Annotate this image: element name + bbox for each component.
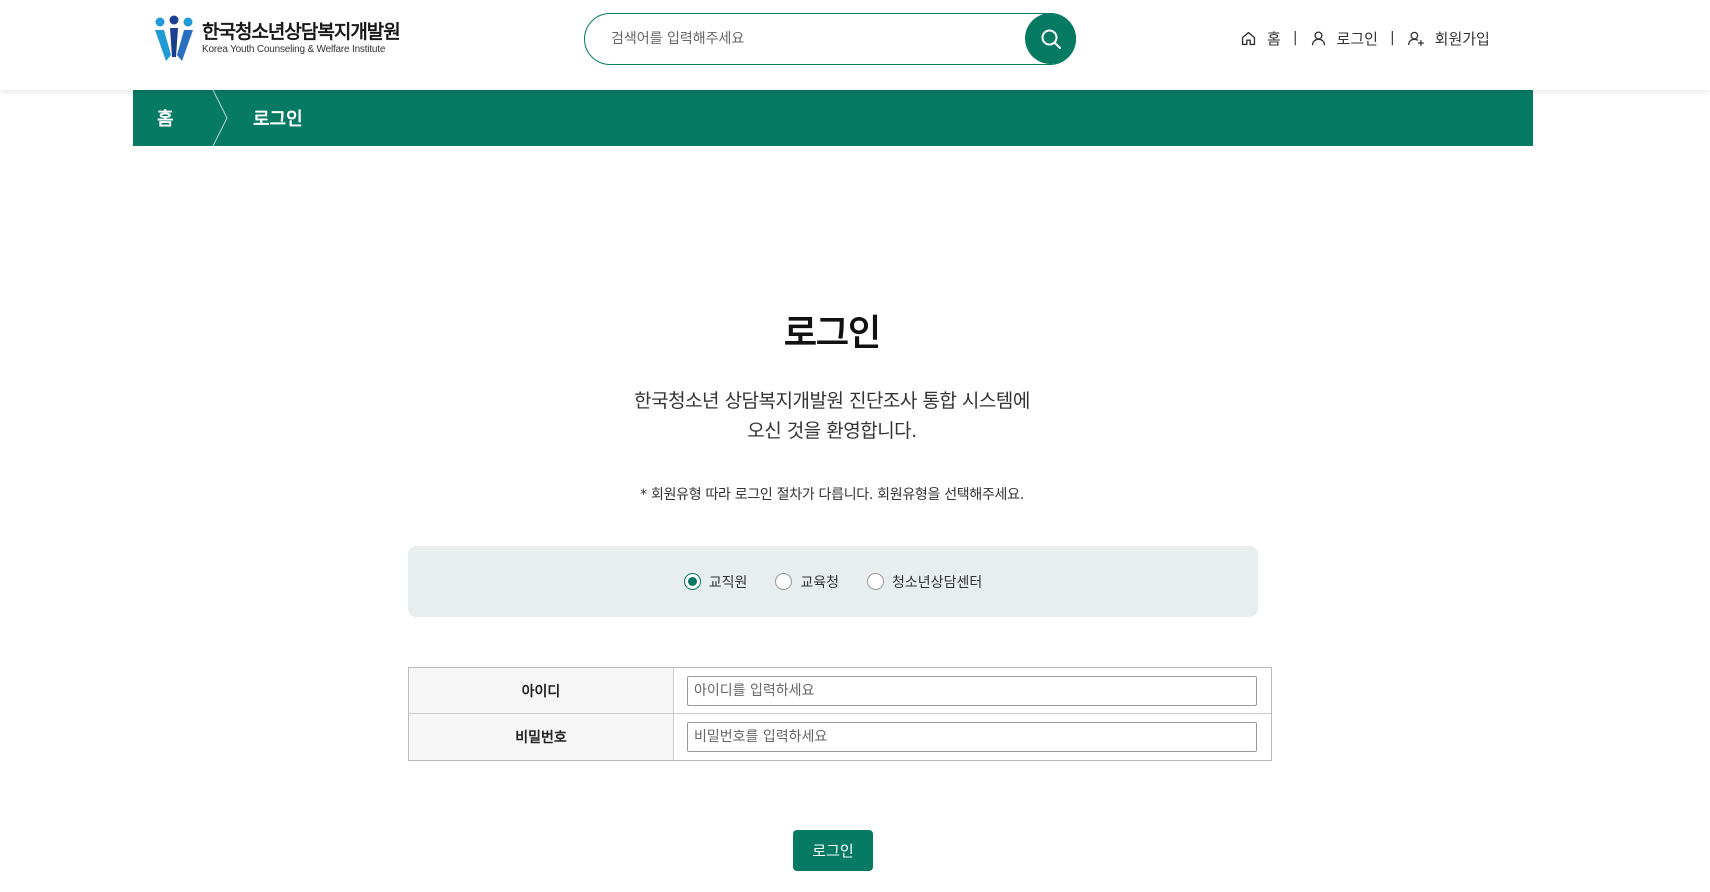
form-row-password: 비밀번호 [409, 714, 1271, 760]
user-icon [1311, 30, 1325, 45]
welcome-line-2: 오신 것을 환영합니다. [747, 420, 917, 442]
id-input[interactable] [687, 676, 1257, 706]
logo-mark-icon [155, 15, 193, 61]
breadcrumb: 홈 로그인 [133, 90, 1533, 146]
breadcrumb-home[interactable]: 홈 [157, 90, 174, 146]
site-logo[interactable]: 한국청소년상담복지개발원 Korea Youth Counseling & We… [152, 15, 402, 63]
logo-text: 한국청소년상담복지개발원 Korea Youth Counseling & We… [202, 21, 401, 57]
search-bar [584, 13, 1076, 65]
radio-button-staff[interactable] [683, 573, 701, 590]
password-input[interactable] [687, 722, 1257, 752]
radio-button-counseling-center[interactable] [867, 573, 885, 590]
search-input[interactable] [609, 26, 989, 52]
password-label: 비밀번호 [409, 714, 674, 760]
radio-label-staff: 교직원 [708, 574, 748, 591]
id-label: 아이디 [409, 668, 674, 713]
nav-home-label: 홈 [1267, 29, 1281, 48]
radio-label-education-office: 교육청 [800, 574, 840, 591]
nav-home-link[interactable]: 홈 [1240, 28, 1281, 49]
radio-option-education-office[interactable]: 교육청 [775, 572, 839, 592]
page-title: 로그인 [783, 313, 881, 354]
logo-name-en: Korea Youth Counseling & Welfare Institu… [202, 44, 386, 55]
welcome-line-1: 한국청소년 상담복지개발원 진단조사 통합 시스템에 [634, 390, 1030, 412]
search-icon [1041, 29, 1061, 49]
breadcrumb-current: 로그인 [253, 109, 303, 130]
login-form: 아이디 비밀번호 [408, 667, 1272, 761]
search-button[interactable] [1025, 13, 1076, 64]
logo-name-kr: 한국청소년상담복지개발원 [202, 21, 401, 43]
member-type-notice: * 회원유형 따라 로그인 절차가 다릅니다. 회원유형을 선택해주세요. [640, 487, 1024, 503]
chevron-right-icon [212, 90, 228, 146]
welcome-message: 한국청소년 상담복지개발원 진단조사 통합 시스템에 오신 것을 환영합니다. [0, 386, 1664, 446]
radio-option-counseling-center[interactable]: 청소년상담센터 [867, 572, 982, 592]
radio-option-staff[interactable]: 교직원 [683, 572, 748, 592]
radio-button-education-office[interactable] [775, 573, 793, 590]
user-add-icon [1407, 31, 1424, 46]
radio-label-counseling-center: 청소년상담센터 [892, 574, 983, 591]
home-icon [1241, 31, 1256, 45]
nav-separator: | [1389, 30, 1395, 46]
nav-login-label: 로그인 [1336, 29, 1378, 48]
utility-nav: 홈 | 로그인 | 회원가입 [1240, 24, 1490, 52]
member-type-selector: 교직원 교육청 청소년상담센터 [408, 546, 1258, 617]
nav-signup-link[interactable]: 회원가입 [1407, 28, 1490, 49]
nav-separator: | [1292, 30, 1298, 46]
login-button[interactable]: 로그인 [793, 830, 873, 871]
form-row-id: 아이디 [409, 668, 1271, 714]
nav-signup-label: 회원가입 [1434, 29, 1490, 48]
nav-login-link[interactable]: 로그인 [1310, 28, 1378, 49]
site-header: 한국청소년상담복지개발원 Korea Youth Counseling & We… [0, 0, 1710, 90]
